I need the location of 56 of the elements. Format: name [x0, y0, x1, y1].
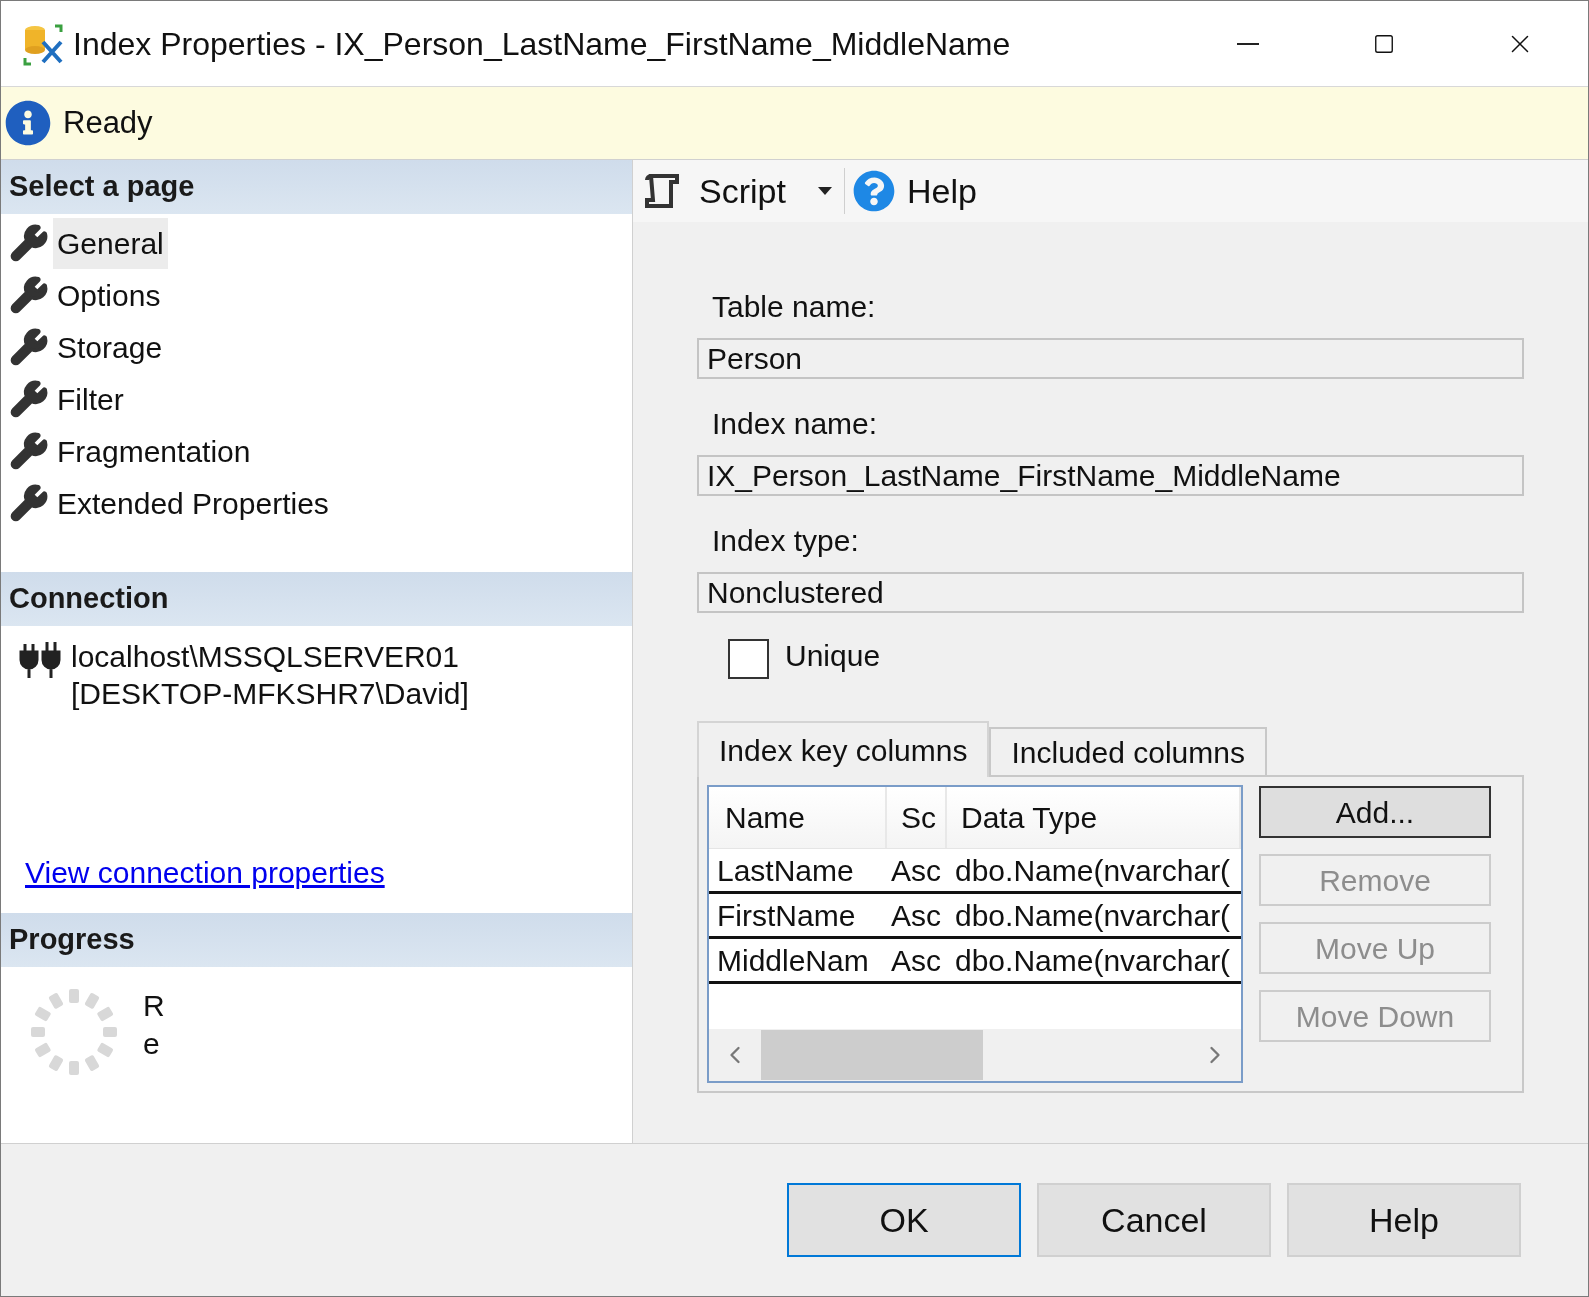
tab[interactable]: Index key columns [697, 721, 990, 777]
window-title: Index Properties - IX_Person_LastName_FirstName_MiddleName [73, 24, 1011, 64]
action-button[interactable]: Add... [1259, 786, 1491, 838]
help-button[interactable]: Help [844, 168, 977, 214]
column-header[interactable]: Name [709, 787, 887, 848]
page-item[interactable]: Storage [53, 321, 167, 373]
page-item[interactable]: Extended Properties [53, 477, 333, 529]
status-text: Ready [63, 103, 153, 142]
progress-text: R e [143, 988, 165, 1062]
maximize-icon [1373, 32, 1395, 55]
wrench-icon [9, 275, 49, 315]
table-cell-text: Asc [890, 897, 942, 934]
input-field[interactable]: Nonclustered [697, 572, 1524, 613]
page-item[interactable]: Options [53, 269, 165, 321]
script-button[interactable]: Script [641, 168, 845, 214]
table-cell-text: Asc [890, 852, 942, 889]
table-cell-text: MiddleNam [716, 942, 870, 979]
section-header: Progress [1, 913, 632, 967]
table-cell-text: dbo.Name(nvarchar( [954, 942, 1232, 979]
dialog-button[interactable]: OK [787, 1183, 1021, 1257]
horizontal-scrollbar[interactable] [709, 1029, 1241, 1081]
page-item[interactable]: Filter [53, 373, 128, 425]
dialog-button[interactable]: Cancel [1037, 1183, 1271, 1257]
field-label: Index type: [711, 522, 859, 559]
help-icon [852, 170, 895, 212]
table-cell-text: LastName [716, 852, 855, 889]
wrench-icon [9, 431, 49, 471]
table-cell-text: FirstName [716, 897, 857, 934]
wrench-icon [9, 327, 49, 367]
connection-text: localhost\MSSQLSERVER01 [DESKTOP-MFKSHR7\David] [71, 639, 469, 712]
field-label: Index name: [711, 405, 878, 442]
page-item[interactable]: General [53, 217, 168, 269]
section-header: Connection [1, 572, 632, 626]
spinner-icon [29, 987, 119, 1077]
column-header[interactable]: Sc [887, 787, 947, 848]
dialog-button[interactable]: Help [1287, 1183, 1521, 1257]
input-field[interactable]: Person [697, 338, 1524, 379]
table-cell-text: dbo.Name(nvarchar( [954, 852, 1232, 889]
tab[interactable]: Included columns [989, 727, 1267, 775]
field-label: Table name: [711, 288, 876, 325]
minimize-icon [1237, 42, 1259, 45]
wrench-icon [9, 223, 49, 263]
checkbox[interactable] [728, 639, 769, 679]
table-cell-text: dbo.Name(nvarchar( [954, 897, 1232, 934]
column-header[interactable]: Data Type [947, 787, 1241, 848]
caret-icon [817, 187, 832, 195]
table-cell-text: Asc [890, 942, 942, 979]
section-header: Select a page [1, 160, 632, 214]
wrench-icon [9, 379, 49, 419]
connection-properties-link[interactable]: View connection properties [25, 850, 385, 895]
checkbox-label: Unique [785, 638, 881, 674]
page-item[interactable]: Fragmentation [53, 425, 255, 477]
input-field[interactable]: IX_Person_LastName_FirstName_MiddleName [697, 455, 1524, 496]
wrench-icon [9, 483, 49, 523]
info-icon [5, 100, 51, 146]
scrollbar-thumb[interactable] [761, 1030, 983, 1080]
